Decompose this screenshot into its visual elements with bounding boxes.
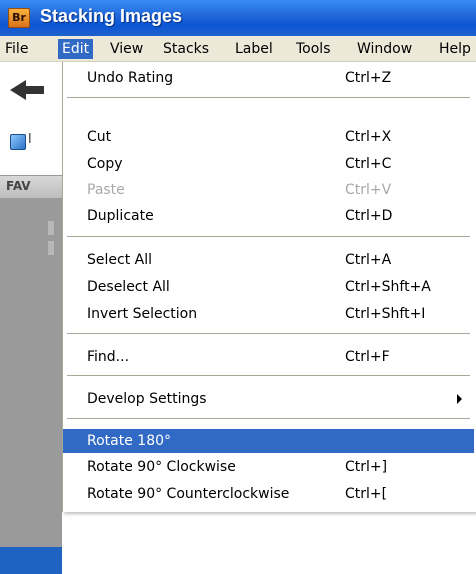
menu-item-label: Rotate 180°	[87, 433, 172, 449]
menu-item-label: Find...	[87, 349, 130, 365]
favorites-label: FAV	[6, 179, 31, 193]
menu-item-label: Undo Rating	[87, 70, 174, 86]
bridge-app-icon[interactable]: Br	[8, 8, 30, 28]
panel-item-marker	[48, 221, 54, 235]
menu-bar: File Edit View Stacks Label Tools Window…	[0, 36, 476, 62]
menu-item-label: Rotate 90° Counterclockwise	[87, 486, 290, 502]
menu-item-deselect-all[interactable]: Deselect All Ctrl+Shft+A	[63, 275, 474, 299]
menu-view[interactable]: View	[106, 39, 147, 59]
menu-window[interactable]: Window	[353, 39, 416, 59]
menu-item-find[interactable]: Find... Ctrl+F	[63, 345, 474, 369]
menu-item-undo-rating[interactable]: Undo Rating Ctrl+Z	[63, 66, 474, 90]
refresh-folder-icon[interactable]	[10, 134, 26, 150]
menu-separator	[67, 375, 470, 376]
menu-item-shortcut: Ctrl+X	[345, 129, 392, 145]
window-title: Stacking Images	[40, 6, 183, 26]
favorites-panel	[0, 199, 62, 547]
taskbar-strip	[0, 547, 62, 574]
menu-item-paste: Paste Ctrl+V	[63, 178, 474, 202]
menu-item-shortcut: Ctrl+F	[345, 349, 390, 365]
back-arrow-icon[interactable]	[8, 78, 48, 102]
menu-item-label: Rotate 90° Clockwise	[87, 459, 236, 475]
menu-item-label: Copy	[87, 156, 123, 172]
favorites-tab[interactable]: FAV	[0, 175, 62, 199]
menu-stacks[interactable]: Stacks	[159, 39, 213, 59]
menu-item-develop-settings[interactable]: Develop Settings	[63, 387, 474, 411]
menu-file[interactable]: File	[1, 39, 32, 59]
toolbar-label-fragment: l	[28, 132, 32, 147]
menu-item-shortcut: Ctrl+Z	[345, 70, 392, 86]
menu-item-select-all[interactable]: Select All Ctrl+A	[63, 248, 474, 272]
menu-item-shortcut: Ctrl+Shft+A	[345, 279, 431, 295]
menu-item-cut[interactable]: Cut Ctrl+X	[63, 125, 474, 149]
menu-label[interactable]: Label	[231, 39, 277, 59]
menu-item-shortcut: Ctrl+V	[345, 182, 392, 198]
menu-item-label: Cut	[87, 129, 112, 145]
menu-item-shortcut: Ctrl+A	[345, 252, 392, 268]
menu-separator	[67, 333, 470, 334]
menu-separator	[67, 418, 470, 419]
menu-edit[interactable]: Edit	[58, 39, 94, 59]
menu-item-rotate-90-clockwise[interactable]: Rotate 90° Clockwise Ctrl+]	[63, 455, 474, 479]
menu-item-shortcut: Ctrl+Shft+I	[345, 306, 426, 322]
menu-item-shortcut: Ctrl+[	[345, 486, 388, 502]
menu-item-rotate-180[interactable]: Rotate 180°	[63, 429, 474, 453]
app-background-panel: l FAV	[0, 62, 62, 574]
menu-item-copy[interactable]: Copy Ctrl+C	[63, 152, 474, 176]
menu-item-shortcut: Ctrl+D	[345, 208, 393, 224]
panel-item-marker	[48, 241, 54, 255]
menu-help[interactable]: Help	[435, 39, 475, 59]
menu-item-invert-selection[interactable]: Invert Selection Ctrl+Shft+I	[63, 302, 474, 326]
menu-tools[interactable]: Tools	[292, 39, 335, 59]
menu-separator	[67, 97, 470, 98]
menu-item-label: Deselect All	[87, 279, 170, 295]
menu-item-duplicate[interactable]: Duplicate Ctrl+D	[63, 204, 474, 228]
menu-item-label: Invert Selection	[87, 306, 198, 322]
menu-item-label: Duplicate	[87, 208, 154, 224]
menu-item-shortcut: Ctrl+]	[345, 459, 388, 475]
menu-separator	[67, 236, 470, 237]
menu-item-shortcut: Ctrl+C	[345, 156, 392, 172]
menu-item-label: Paste	[87, 182, 125, 198]
menu-item-label: Develop Settings	[87, 391, 207, 407]
title-bar: Br Stacking Images	[0, 0, 476, 36]
menu-item-rotate-90-counterclockwise[interactable]: Rotate 90° Counterclockwise Ctrl+[	[63, 482, 474, 506]
edit-menu-dropdown: Undo Rating Ctrl+Z Cut Ctrl+X Copy Ctrl+…	[62, 62, 476, 512]
menu-item-label: Select All	[87, 252, 152, 268]
submenu-arrow-icon	[457, 394, 462, 404]
